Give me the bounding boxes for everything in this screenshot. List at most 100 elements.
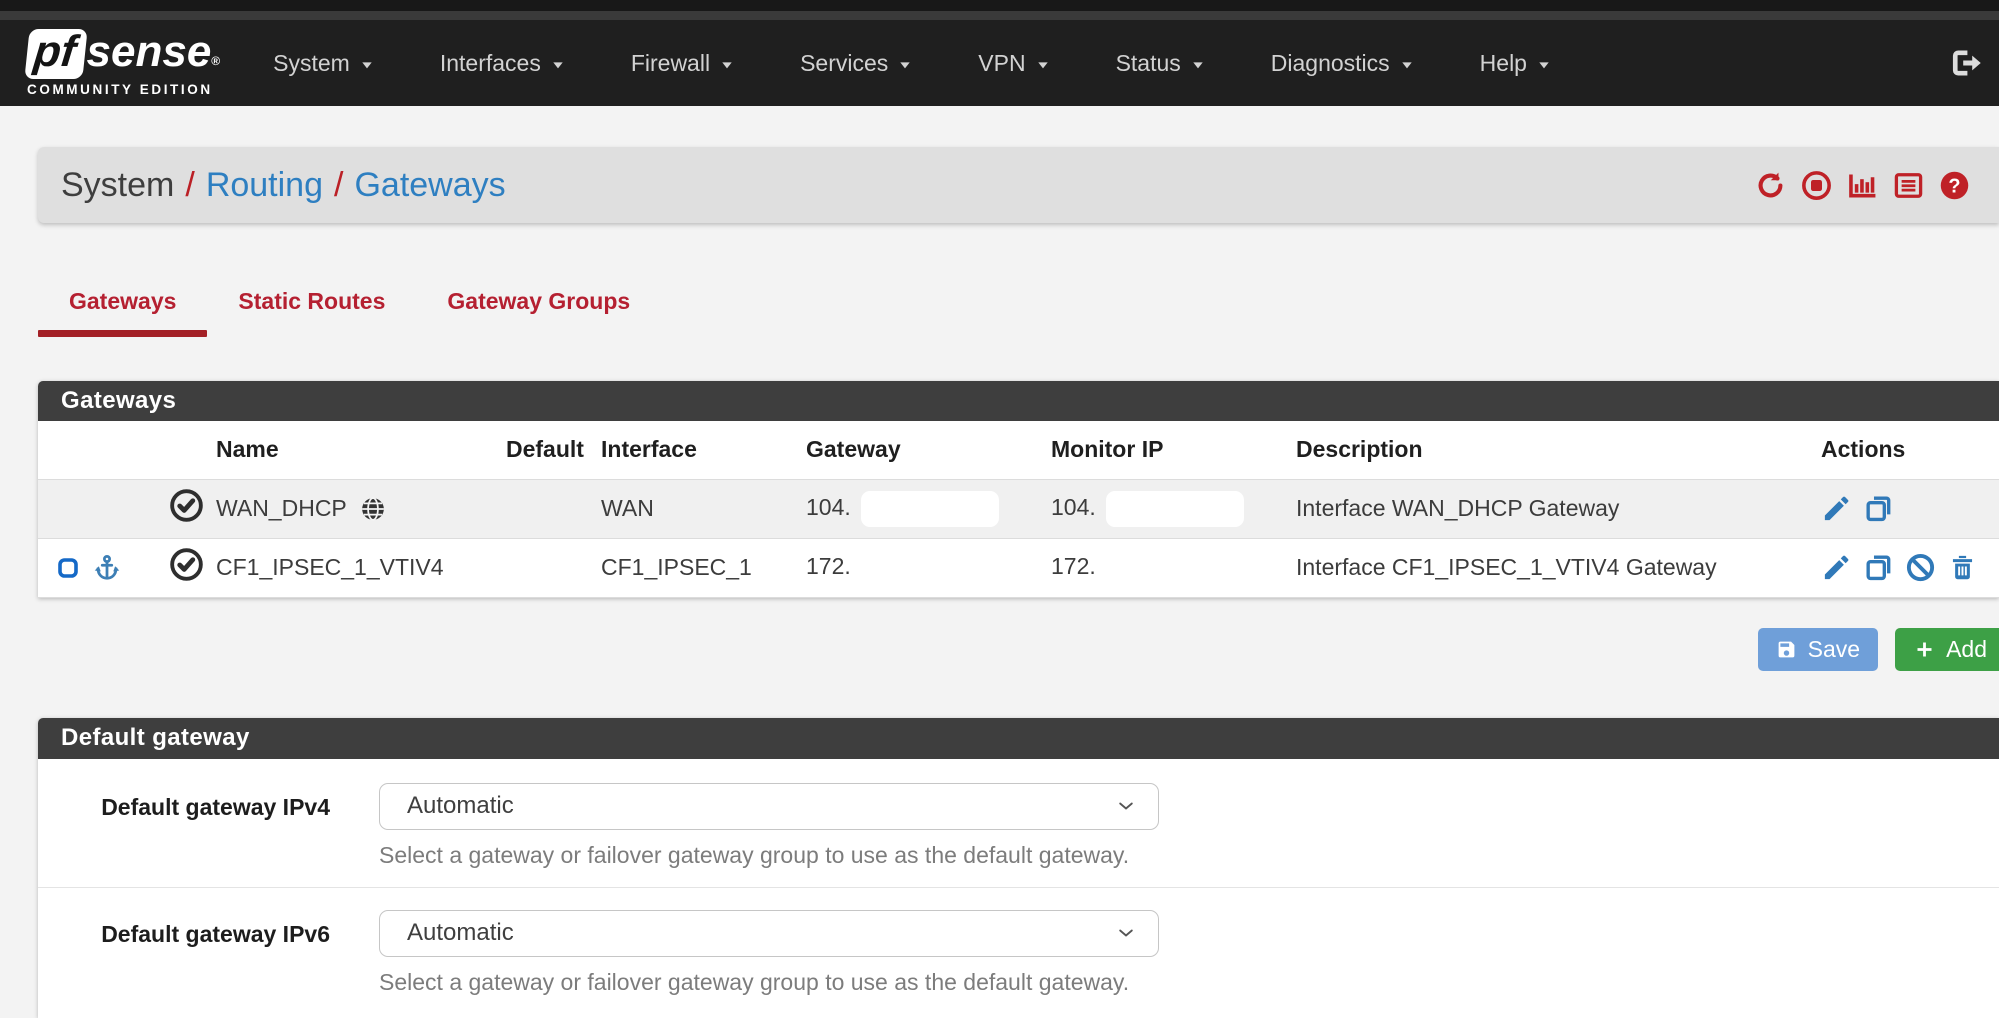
breadcrumb-routing[interactable]: Routing (206, 166, 323, 205)
gateway-description: Interface CF1_IPSEC_1_VTIV4 Gateway (1296, 538, 1821, 597)
delete-icon[interactable] (1947, 552, 1978, 583)
logout-button[interactable] (1947, 45, 1983, 81)
pfsense-wordmark: pfsense® (27, 29, 220, 79)
nav-item-diagnostics[interactable]: Diagnostics (1238, 20, 1447, 106)
add-button-label: Add (1946, 636, 1987, 663)
breadcrumb-gateways[interactable]: Gateways (354, 166, 505, 205)
select-value: Automatic (407, 919, 514, 947)
column-header-gateway: Gateway (806, 421, 1051, 479)
add-button[interactable]: Add (1895, 628, 1999, 671)
svg-text:?: ? (1948, 175, 1960, 197)
column-header-name: Name (216, 421, 506, 479)
column-header-description: Description (1296, 421, 1821, 479)
edit-icon[interactable] (1821, 552, 1852, 583)
select-value: Automatic (407, 792, 514, 820)
chart-icon[interactable] (1846, 169, 1879, 202)
nav-item-services[interactable]: Services (767, 20, 945, 106)
default-gateway-ipv4-select[interactable]: Automatic (379, 783, 1159, 830)
gateway-interface: WAN (601, 479, 806, 538)
window-top-strip (0, 0, 1999, 11)
field-help-text: Select a gateway or failover gateway gro… (379, 969, 1159, 996)
anchor-icon (92, 551, 122, 585)
gateway-name: WAN_DHCP (216, 495, 347, 522)
nav-item-system[interactable]: System (240, 20, 407, 106)
breadcrumb: System / Routing / Gateways (61, 166, 506, 205)
breadcrumb-actions: ? (1754, 169, 1971, 202)
help-icon[interactable]: ? (1938, 169, 1971, 202)
redacted-value (1106, 491, 1244, 527)
field-help-text: Select a gateway or failover gateway gro… (379, 842, 1159, 869)
default-gateway-ipv6-select[interactable]: Automatic (379, 910, 1159, 957)
gateways-panel-title: Gateways (38, 381, 1999, 421)
nav-item-label: Diagnostics (1271, 50, 1390, 77)
breadcrumb-separator: / (334, 166, 343, 205)
nav-menu: System Interfaces Firewall ServicesVPN Statu… (240, 20, 1584, 106)
column-header-spacer (156, 421, 216, 479)
default-gateway-panel-title: Default gateway (38, 718, 1999, 759)
nav-item-label: System (273, 50, 350, 77)
save-button[interactable]: Save (1758, 628, 1878, 671)
breadcrumb-separator: / (185, 166, 194, 205)
chevron-down-icon (1116, 796, 1136, 816)
gateway-default (506, 479, 601, 538)
save-button-label: Save (1808, 636, 1860, 663)
community-edition-label: COMMUNITY EDITION (27, 82, 220, 97)
field-label: Default gateway IPv6 (38, 910, 330, 996)
plus-icon (1914, 639, 1935, 660)
save-icon (1776, 639, 1797, 660)
column-header-monitor-ip: Monitor IP (1051, 421, 1296, 479)
nav-item-firewall[interactable]: Firewall (598, 20, 767, 106)
caret-down-icon (1537, 58, 1551, 72)
tab-static-routes[interactable]: Static Routes (207, 283, 416, 337)
nav-item-interfaces[interactable]: Interfaces (407, 20, 598, 106)
caret-down-icon (1400, 58, 1414, 72)
caret-down-icon (551, 58, 565, 72)
gateway-name: CF1_IPSEC_1_VTIV4 (216, 554, 444, 581)
window-top-strip-2 (0, 11, 1999, 20)
caret-down-icon (898, 58, 912, 72)
copy-icon[interactable] (1863, 493, 1894, 524)
default-gateway-panel: Default gateway Default gateway IPv4 Auto… (38, 718, 1999, 1018)
check-circle-icon (168, 546, 205, 583)
refresh-icon[interactable] (1754, 169, 1787, 202)
column-header-spacer (38, 421, 156, 479)
nav-item-label: Help (1480, 50, 1527, 77)
caret-down-icon (1191, 58, 1205, 72)
log-icon[interactable] (1892, 169, 1925, 202)
monitor-ip: 104. (1051, 494, 1096, 520)
disable-icon[interactable] (1905, 552, 1936, 583)
breadcrumb-bar: System / Routing / Gateways ? (38, 147, 1999, 223)
nav-item-status[interactable]: Status (1083, 20, 1238, 106)
nav-item-label: Interfaces (440, 50, 541, 77)
page-content: System/Routing/Gateways ? GatewaysStatic… (0, 147, 1999, 1018)
edit-icon[interactable] (1821, 493, 1852, 524)
globe-icon (359, 495, 387, 523)
pfsense-logo[interactable]: pfsense® COMMUNITY EDITION (27, 29, 220, 97)
redacted-value (861, 491, 999, 527)
field-label: Default gateway IPv4 (38, 783, 330, 869)
gateway-row-wan-dhcp: WAN_DHCPWAN104.104.Interface WAN_DHCP Ga… (38, 479, 1999, 538)
gateway-row-cf1-ipsec-1-vtiv4: CF1_IPSEC_1_VTIV4CF1_IPSEC_1172.172.Inte… (38, 538, 1999, 597)
gateway-description: Interface WAN_DHCP Gateway (1296, 479, 1821, 538)
gateway-address: 172. (806, 553, 851, 579)
nav-item-label: Status (1116, 50, 1181, 77)
nav-item-label: Firewall (631, 50, 710, 77)
table-header-row: NameDefaultInterfaceGatewayMonitor IPDes… (38, 421, 1999, 479)
form-row-default-gateway-ipv6: Default gateway IPv6 Automatic Select a ga… (38, 887, 1999, 1014)
table-actions-row: Save Add (38, 628, 1999, 671)
breadcrumb-system: System (61, 166, 174, 205)
sense-text: sense (87, 29, 212, 75)
top-navbar: pfsense® COMMUNITY EDITION System Interfa… (0, 20, 1999, 106)
nav-item-help[interactable]: Help (1447, 20, 1584, 106)
redacted-value (861, 550, 999, 586)
gateway-address: 104. (806, 494, 851, 520)
tab-bar: GatewaysStatic RoutesGateway Groups (38, 283, 1999, 337)
nav-item-vpn[interactable]: VPN (945, 20, 1082, 106)
monitor-ip: 172. (1051, 553, 1096, 579)
tab-gateways[interactable]: Gateways (38, 283, 207, 337)
tab-gateway-groups[interactable]: Gateway Groups (416, 283, 661, 337)
stop-icon[interactable] (1800, 169, 1833, 202)
gateway-interface: CF1_IPSEC_1 (601, 538, 806, 597)
copy-icon[interactable] (1863, 552, 1894, 583)
column-header-interface: Interface (601, 421, 806, 479)
